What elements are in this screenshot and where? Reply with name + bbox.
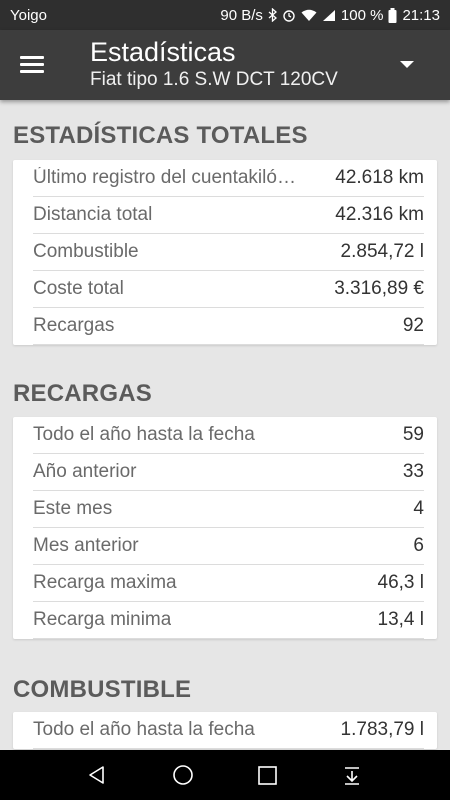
carrier-name: Yoigo: [10, 6, 47, 24]
home-icon[interactable]: [170, 762, 196, 788]
stat-label: Recarga minima: [33, 609, 172, 630]
back-icon[interactable]: [84, 762, 110, 788]
stat-value: 13,4 l: [377, 609, 424, 630]
page-title: Estadísticas: [90, 37, 236, 67]
card-totales: Último registro del cuentakilómetros 42.…: [13, 160, 437, 345]
stat-label: Año anterior: [33, 461, 137, 482]
card-combustible: Todo el año hasta la fecha 1.783,79 l: [13, 712, 437, 749]
stat-value: 42.316 km: [335, 204, 424, 225]
stat-row: Recarga minima 13,4 l: [33, 602, 424, 639]
stat-label: Combustible: [33, 241, 139, 262]
system-nav-bar: [0, 750, 450, 800]
stat-value: 4: [413, 498, 424, 519]
stat-label: Último registro del cuentakilómetros: [33, 167, 298, 188]
stat-row: Año anterior 33: [33, 454, 424, 491]
stat-row: Todo el año hasta la fecha 59: [33, 417, 424, 454]
hamburger-menu-icon[interactable]: [20, 53, 50, 77]
section-title-combustible: COMBUSTIBLE: [13, 676, 192, 703]
alarm-icon: [282, 8, 296, 22]
vehicle-selector-label: Fiat tipo 1.6 S.W DCT 120CV: [90, 69, 338, 90]
wifi-icon: [301, 9, 317, 22]
stat-row: Mes anterior 6: [33, 528, 424, 565]
section-title-recargas: RECARGAS: [13, 380, 152, 407]
app-bar: Estadísticas Fiat tipo 1.6 S.W DCT 120CV: [0, 30, 450, 100]
stat-row: Recarga maxima 46,3 l: [33, 565, 424, 602]
recents-icon[interactable]: [254, 762, 280, 788]
battery-level: 100 %: [340, 6, 384, 24]
stat-value: 46,3 l: [377, 572, 424, 593]
stat-label: Distancia total: [33, 204, 153, 225]
stat-label: Todo el año hasta la fecha: [33, 719, 255, 740]
stat-value: 42.618 km: [335, 167, 424, 188]
stat-label: Recarga maxima: [33, 572, 177, 593]
stat-value: 1.783,79 l: [340, 719, 424, 740]
stat-value: 59: [402, 424, 424, 445]
stat-value: 92: [402, 315, 424, 336]
stats-content[interactable]: ESTADÍSTICAS TOTALES Último registro del…: [0, 100, 450, 750]
stat-value: 2.854,72 l: [340, 241, 424, 262]
stat-row: Distancia total 42.316 km: [33, 197, 424, 234]
stat-label: Todo el año hasta la fecha: [33, 424, 255, 445]
stat-label: Este mes: [33, 498, 113, 519]
stat-row: Último registro del cuentakilómetros 42.…: [33, 160, 424, 197]
signal-icon: [322, 9, 336, 22]
stat-row: Todo el año hasta la fecha 1.783,79 l: [33, 712, 424, 749]
battery-icon: [388, 7, 397, 23]
dropdown-arrow-icon[interactable]: [400, 61, 414, 68]
status-icons: 90 B/s 100 % 21:13: [220, 7, 440, 24]
stat-label: Mes anterior: [33, 535, 139, 556]
stat-value: 3.316,89 €: [334, 278, 424, 299]
clock: 21:13: [402, 6, 440, 24]
card-recargas: Todo el año hasta la fecha 59 Año anteri…: [13, 417, 437, 639]
bluetooth-icon: [268, 8, 277, 22]
stat-row: Este mes 4: [33, 491, 424, 528]
stat-label: Recargas: [33, 315, 115, 336]
stat-label: Coste total: [33, 278, 124, 299]
stat-row: Recargas 92: [33, 308, 424, 345]
title-block[interactable]: Estadísticas Fiat tipo 1.6 S.W DCT 120CV: [90, 36, 338, 92]
section-title-totales: ESTADÍSTICAS TOTALES: [13, 122, 308, 149]
stat-value: 6: [413, 535, 424, 556]
stat-value: 33: [402, 461, 424, 482]
stat-row: Combustible 2.854,72 l: [33, 234, 424, 271]
stat-row: Coste total 3.316,89 €: [33, 271, 424, 308]
network-speed: 90 B/s: [220, 6, 263, 24]
notifications-pull-icon[interactable]: [339, 762, 365, 788]
status-bar: Yoigo 90 B/s 100 % 21:13: [0, 0, 450, 30]
